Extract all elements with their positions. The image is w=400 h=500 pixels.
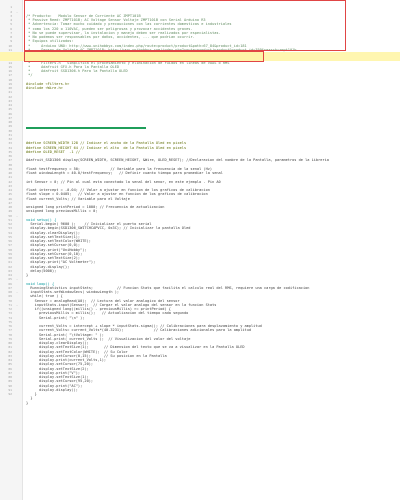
code-editor[interactable]: 1 - /* Producto: Modulo Sensor de Corrie… bbox=[0, 0, 400, 500]
line-text: } bbox=[26, 400, 29, 405]
line-number: 92 bbox=[8, 392, 12, 396]
separator-rule bbox=[26, 127, 146, 129]
code-line-92[interactable]: 92 } bbox=[0, 388, 400, 405]
code-lines: 1 - /* Producto: Modulo Sensor de Corrie… bbox=[0, 1, 400, 405]
